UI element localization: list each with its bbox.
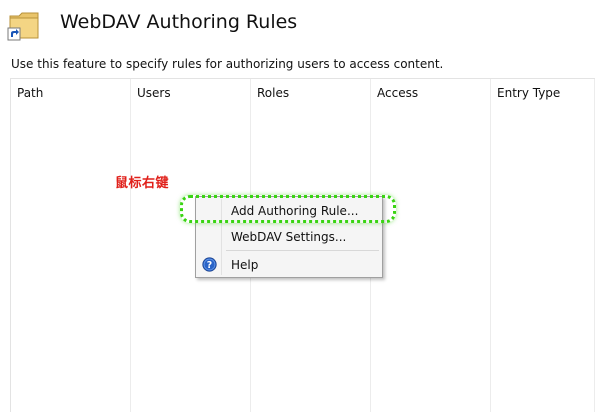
column-header-entry-type[interactable]: Entry Type bbox=[497, 86, 560, 100]
svg-text:?: ? bbox=[207, 260, 212, 271]
column-header-path[interactable]: Path bbox=[17, 86, 43, 100]
menu-item-webdav-settings[interactable]: WebDAV Settings... bbox=[198, 226, 380, 248]
page-title: WebDAV Authoring Rules bbox=[60, 11, 298, 33]
context-menu: Add Authoring Rule... WebDAV Settings...… bbox=[195, 196, 383, 278]
right-click-annotation: 鼠标右键 bbox=[115, 176, 170, 191]
menu-item-label: WebDAV Settings... bbox=[231, 230, 347, 244]
folder-shortcut-icon bbox=[7, 12, 39, 41]
menu-item-label: Add Authoring Rule... bbox=[231, 204, 359, 218]
help-icon: ? bbox=[202, 257, 217, 272]
feature-description: Use this feature to specify rules for au… bbox=[11, 57, 444, 71]
column-access: Access bbox=[371, 79, 491, 412]
menu-separator bbox=[226, 250, 379, 251]
menu-item-add-authoring-rule[interactable]: Add Authoring Rule... bbox=[198, 200, 380, 222]
menu-item-label: Help bbox=[231, 258, 259, 272]
column-path: Path bbox=[11, 79, 131, 412]
webdav-authoring-rules-page: WebDAV Authoring Rules Use this feature … bbox=[0, 0, 597, 412]
column-entry-type: Entry Type bbox=[491, 79, 595, 412]
column-header-users[interactable]: Users bbox=[137, 86, 171, 100]
menu-item-help[interactable]: ? Help bbox=[198, 254, 380, 276]
column-header-access[interactable]: Access bbox=[377, 86, 418, 100]
column-header-roles[interactable]: Roles bbox=[257, 86, 289, 100]
